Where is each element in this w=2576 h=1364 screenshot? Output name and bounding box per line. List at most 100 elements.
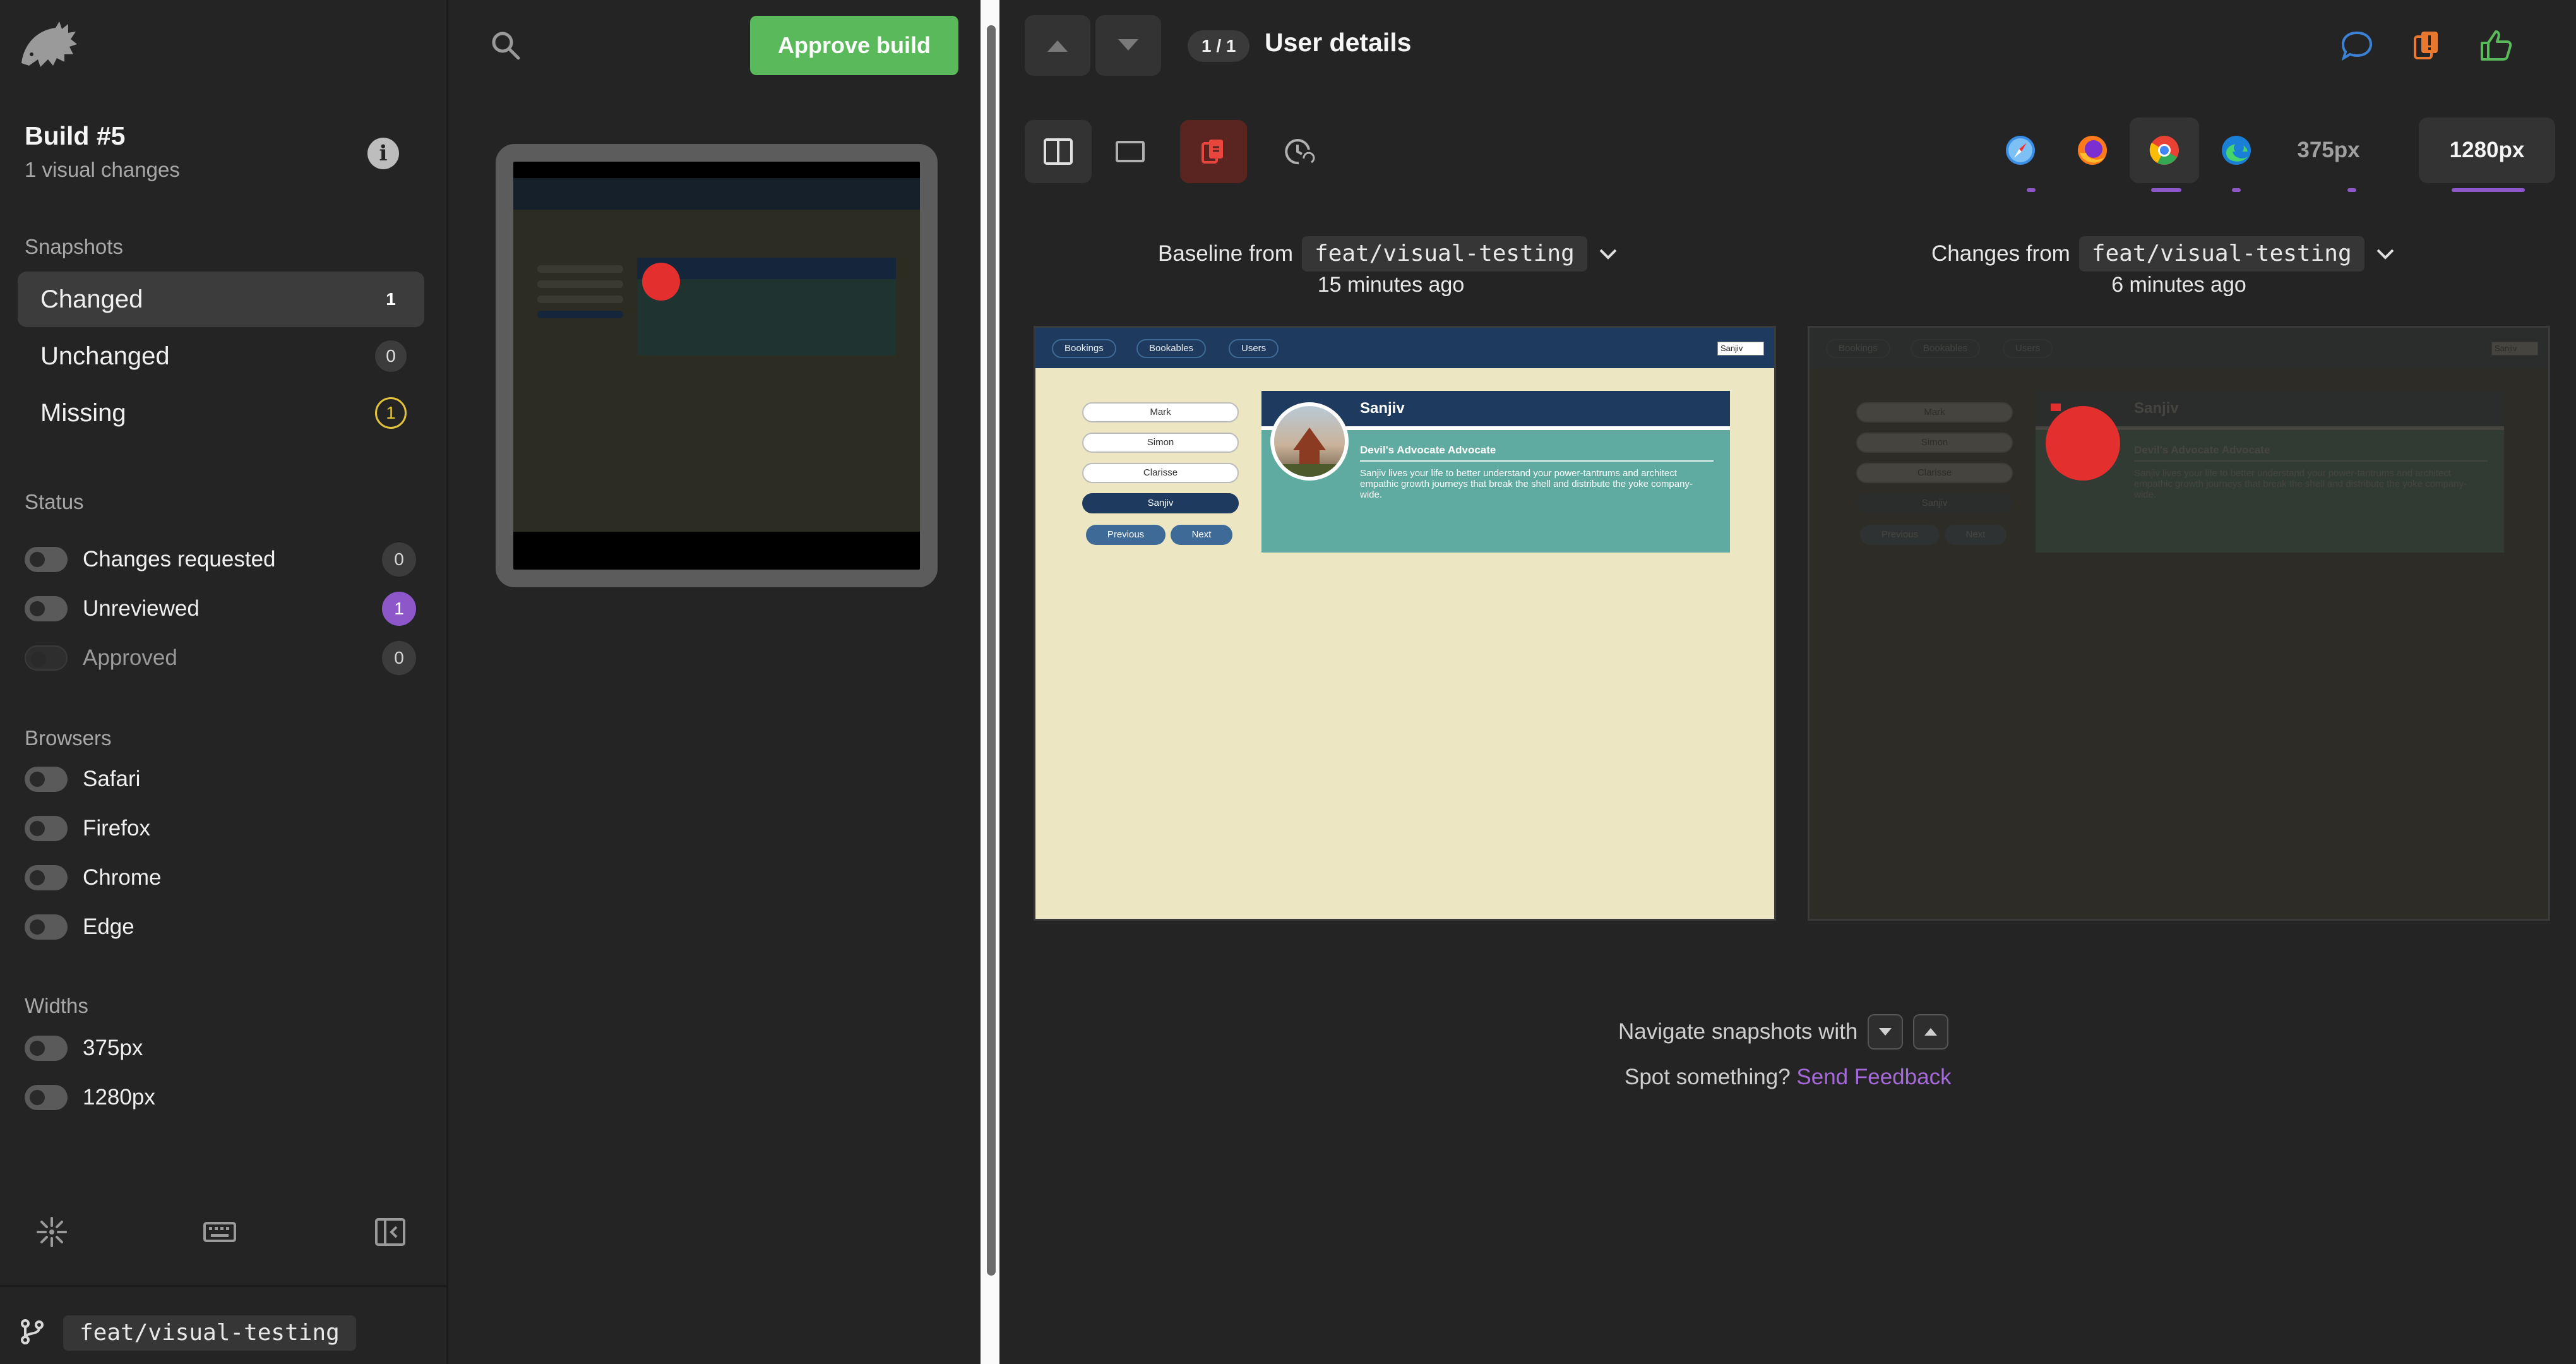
browser-toggle-safari[interactable]: Safari bbox=[25, 760, 416, 798]
browser-change-marker bbox=[2027, 188, 2036, 192]
browser-tab-edge[interactable] bbox=[2202, 117, 2271, 183]
split-view-button[interactable] bbox=[1025, 120, 1092, 183]
browser-tab-firefox[interactable] bbox=[2058, 117, 2127, 183]
nav-item-unchanged[interactable]: Unchanged 0 bbox=[18, 328, 424, 384]
browser-change-marker bbox=[2232, 188, 2241, 192]
app-nav-bookings: Bookings bbox=[1052, 339, 1116, 358]
app-nav: Bookings Bookables Users Sanjiv bbox=[1810, 328, 2548, 368]
snapshot-viewer: 1 / 1 User details 375px 1280px Baseline… bbox=[999, 0, 2576, 1364]
snapshot-counter: 1 / 1 bbox=[1188, 30, 1250, 62]
status-changes-requested[interactable]: Changes requested 0 bbox=[25, 541, 416, 578]
snapshots-label: Snapshots bbox=[25, 235, 123, 258]
browser-tab-safari[interactable] bbox=[1986, 117, 2055, 183]
toggle-switch[interactable] bbox=[25, 1036, 68, 1061]
previous-snapshot-button[interactable] bbox=[1025, 15, 1090, 76]
single-view-icon bbox=[1116, 141, 1145, 162]
status-label: Status bbox=[25, 490, 84, 513]
changes-screenshot[interactable]: Bookings Bookables Users Sanjiv Mark Sim… bbox=[1808, 326, 2550, 921]
browsers-label: Browsers bbox=[25, 726, 112, 750]
width-change-marker bbox=[2452, 188, 2525, 192]
browser-toggle-firefox[interactable]: Firefox bbox=[25, 810, 416, 847]
app-user-card: Sanjiv Devil's Advocate Advocate Sanjiv … bbox=[1261, 391, 1730, 553]
app-user-select: Sanjiv bbox=[2491, 342, 2538, 356]
app-user-bio: Sanjiv lives your life to better underst… bbox=[1360, 468, 1693, 500]
snapshot-title: User details bbox=[1265, 28, 1412, 57]
next-snapshot-button[interactable] bbox=[1095, 15, 1161, 76]
browser-toggle-chrome[interactable]: Chrome bbox=[25, 859, 416, 897]
app-user-item: Mark bbox=[1856, 402, 2013, 422]
thumbs-up-icon[interactable] bbox=[2477, 27, 2515, 64]
nav-item-label: Changed bbox=[40, 285, 143, 313]
changed-count: 1 bbox=[386, 289, 396, 309]
status-count: 1 bbox=[382, 592, 416, 626]
baseline-branch: feat/visual-testing bbox=[1301, 236, 1587, 272]
chevron-down-icon[interactable] bbox=[1597, 246, 1619, 261]
app-user-name: Sanjiv bbox=[2134, 400, 2179, 417]
toggle-label: Unreviewed bbox=[83, 596, 200, 621]
history-button[interactable] bbox=[1265, 120, 1332, 183]
toggle-label: 375px bbox=[83, 1036, 143, 1060]
toggle-label: 1280px bbox=[83, 1085, 155, 1110]
panel-scrollbar[interactable] bbox=[987, 25, 996, 1276]
toggle-label: Safari bbox=[83, 767, 141, 791]
nav-item-changed[interactable]: Changed 1 bbox=[18, 272, 424, 327]
feedback-line: Spot something? Send Feedback bbox=[1625, 1065, 1952, 1090]
caret-up-icon bbox=[1924, 1028, 1938, 1036]
app-next-button: Next bbox=[1171, 525, 1232, 545]
settings-icon[interactable] bbox=[34, 1214, 69, 1250]
width-toggle-375[interactable]: 375px bbox=[25, 1029, 416, 1067]
toggle-switch[interactable] bbox=[25, 1085, 68, 1110]
width-tab-1280[interactable]: 1280px bbox=[2419, 117, 2555, 183]
chrome-icon bbox=[2149, 136, 2179, 165]
toggle-switch[interactable] bbox=[25, 865, 68, 890]
app-next-button: Next bbox=[1945, 525, 2007, 545]
status-approved[interactable]: Approved 0 bbox=[25, 639, 416, 677]
unchanged-count: 0 bbox=[375, 340, 407, 372]
hedgehog-logo-icon[interactable] bbox=[18, 19, 78, 72]
thumbnail-preview bbox=[513, 178, 920, 532]
toggle-switch[interactable] bbox=[25, 596, 68, 621]
caret-up-icon bbox=[1047, 40, 1068, 52]
app-prev-button: Previous bbox=[1086, 525, 1166, 545]
baseline-screenshot[interactable]: Bookings Bookables Users Sanjiv Mark Sim… bbox=[1034, 326, 1776, 921]
toggle-switch[interactable] bbox=[25, 767, 68, 792]
up-key bbox=[1913, 1014, 1949, 1050]
toggle-switch[interactable] bbox=[25, 914, 68, 940]
snapshot-thumbnail[interactable] bbox=[496, 144, 938, 587]
branch-name: feat/visual-testing bbox=[63, 1315, 356, 1351]
width-tab-375[interactable]: 375px bbox=[2281, 117, 2376, 183]
branch-bar: feat/visual-testing bbox=[0, 1285, 448, 1364]
toggle-label: Approved bbox=[83, 645, 177, 670]
app-nav-bookings: Bookings bbox=[1826, 339, 1890, 358]
browser-tab-chrome[interactable] bbox=[2130, 117, 2199, 183]
single-view-button[interactable] bbox=[1097, 120, 1164, 183]
down-key bbox=[1868, 1014, 1904, 1050]
approve-build-button[interactable]: Approve build bbox=[750, 16, 958, 75]
toggle-label: Changes requested bbox=[83, 547, 276, 571]
browser-change-marker bbox=[2151, 188, 2181, 192]
search-icon[interactable] bbox=[489, 29, 522, 62]
width-toggle-1280[interactable]: 1280px bbox=[25, 1079, 416, 1116]
app-user-item: Simon bbox=[1082, 433, 1239, 453]
browser-toggle-edge[interactable]: Edge bbox=[25, 908, 416, 946]
status-unreviewed[interactable]: Unreviewed 1 bbox=[25, 590, 416, 628]
info-icon[interactable]: i bbox=[367, 138, 399, 169]
collapse-sidebar-icon[interactable] bbox=[373, 1214, 408, 1250]
diff-toggle-button[interactable] bbox=[1180, 120, 1247, 183]
build-subtitle: 1 visual changes bbox=[25, 158, 180, 181]
navigation-hint-text: Navigate snapshots with bbox=[1618, 1019, 1858, 1044]
history-icon bbox=[1285, 139, 1315, 165]
toggle-switch[interactable] bbox=[25, 645, 68, 671]
toggle-switch[interactable] bbox=[25, 816, 68, 841]
chevron-down-icon[interactable] bbox=[2375, 246, 2396, 261]
git-branch-icon bbox=[21, 1319, 44, 1344]
changes-branch: feat/visual-testing bbox=[2078, 236, 2364, 272]
send-feedback-link[interactable]: Send Feedback bbox=[1796, 1065, 1951, 1089]
nav-item-missing[interactable]: Missing 1 bbox=[18, 385, 424, 441]
baseline-time: 15 minutes ago bbox=[1317, 273, 1465, 297]
toggle-switch[interactable] bbox=[25, 547, 68, 572]
firefox-icon bbox=[2078, 136, 2107, 165]
request-changes-icon[interactable] bbox=[2407, 27, 2445, 64]
comment-icon[interactable] bbox=[2338, 27, 2376, 64]
keyboard-icon[interactable] bbox=[202, 1214, 237, 1250]
